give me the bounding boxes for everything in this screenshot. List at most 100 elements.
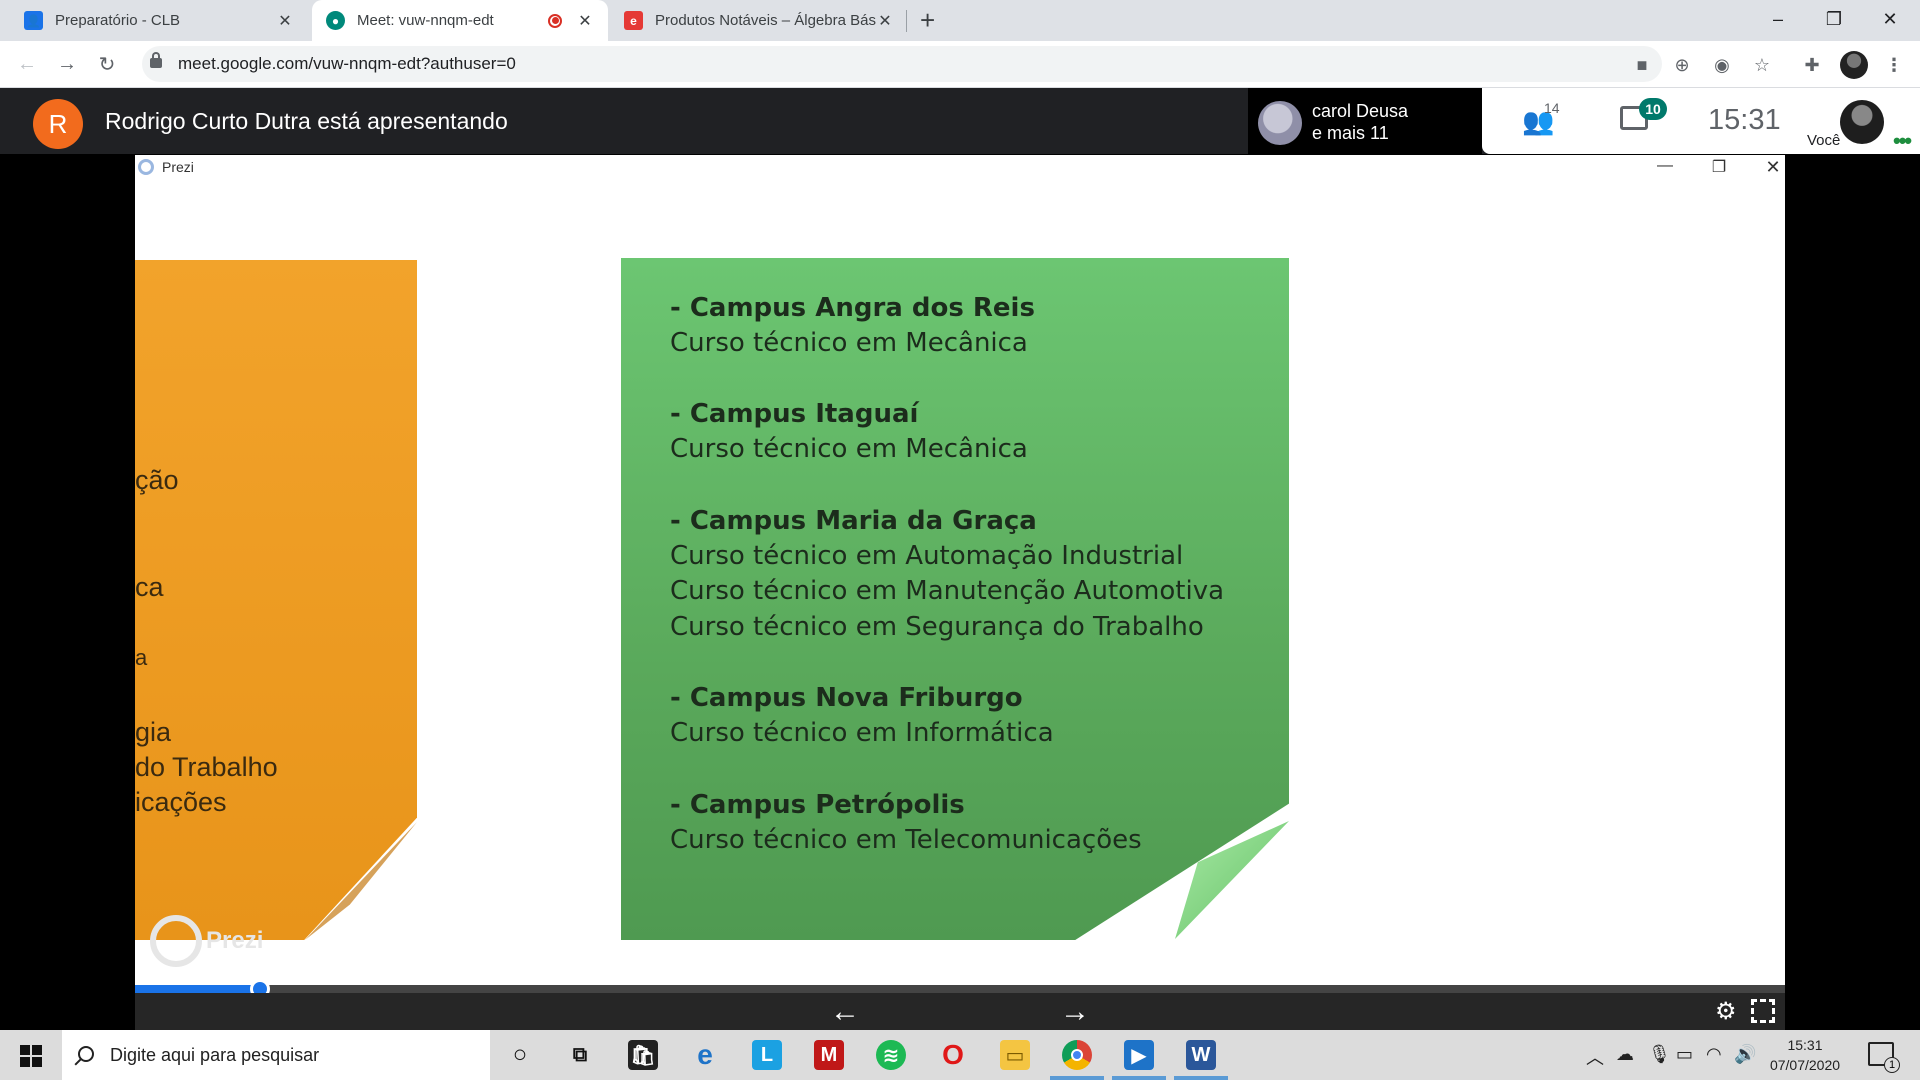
orange-text-line: icações	[135, 787, 227, 817]
extensions-icon[interactable]: ✚	[1800, 53, 1824, 77]
address-bar[interactable]: meet.google.com/vuw-nnqm-edt?authuser=0	[142, 46, 1662, 82]
taskbar-date: 07/07/2020	[1769, 1057, 1841, 1073]
l-app-icon[interactable]: L	[752, 1040, 782, 1070]
campus-course: Curso técnico em Automação Industrial	[670, 541, 1184, 571]
prezi-close-button[interactable]: ✕	[1753, 157, 1785, 178]
chrome-icon[interactable]	[1062, 1040, 1092, 1070]
bookmark-star-icon[interactable]: ☆	[1750, 53, 1774, 77]
menu-icon[interactable]: ⋮	[1882, 53, 1906, 77]
close-tab-icon[interactable]: ✕	[576, 11, 594, 31]
prezi-watermark-icon	[150, 915, 202, 967]
orange-text-line: gia	[135, 717, 172, 747]
campus-course: Curso técnico em Segurança do Trabalho	[670, 612, 1204, 642]
meet-icon: ●	[326, 11, 345, 30]
taskbar-time: 15:31	[1787, 1037, 1823, 1053]
reload-button[interactable]: ↻	[92, 49, 122, 79]
close-window-button[interactable]: ✕	[1862, 0, 1918, 38]
prezi-watermark: Prezi	[150, 915, 263, 967]
prezi-minimize-button[interactable]: —	[1645, 157, 1685, 175]
tab-produtos-notaveis[interactable]: e Produtos Notáveis – Álgebra Básica ✕	[610, 0, 908, 41]
close-tab-icon[interactable]: ✕	[876, 11, 894, 31]
microphone-icon[interactable]: 🎙	[1648, 1044, 1671, 1065]
campus-name: - Campus Angra dos Reis	[670, 293, 1035, 323]
cortana-icon[interactable]: ○	[505, 1040, 535, 1070]
participant-summary: carol Deusa e mais 11	[1312, 100, 1408, 144]
windows-taskbar: Digite aqui para pesquisar ○ ⧉ 🛍 e L M ≋…	[0, 1030, 1920, 1080]
new-tab-button[interactable]: +	[920, 6, 935, 34]
tab-preparatorio[interactable]: 👤 Preparatório - CLB ✕	[10, 0, 308, 41]
media-player-icon[interactable]: ▶	[1124, 1040, 1154, 1070]
profile-avatar[interactable]	[1840, 51, 1868, 79]
zoom-icon[interactable]: ⊕	[1670, 53, 1694, 77]
camera-icon[interactable]: ■	[1630, 53, 1654, 77]
site-icon: e	[624, 11, 643, 30]
presenter-avatar: R	[33, 99, 83, 149]
chat-badge: 10	[1639, 98, 1667, 120]
campus-course: Curso técnico em Mecânica	[670, 328, 1028, 358]
taskbar-clock[interactable]: 15:31 07/07/2020	[1760, 1035, 1850, 1075]
campus-name: - Campus Nova Friburgo	[670, 683, 1023, 713]
windows-start-icon[interactable]	[20, 1045, 42, 1067]
maximize-button[interactable]: ❐	[1806, 0, 1862, 38]
prezi-watermark-text: Prezi	[206, 927, 264, 954]
campus-course: Curso técnico em Telecomunicações	[670, 825, 1142, 855]
fullscreen-icon[interactable]	[1751, 999, 1775, 1023]
you-avatar[interactable]	[1840, 100, 1884, 144]
tab-title: Preparatório - CLB	[55, 12, 181, 29]
mcafee-icon[interactable]: M	[814, 1040, 844, 1070]
orange-text-line: do Trabalho	[135, 752, 278, 782]
spotify-icon[interactable]: ≋	[876, 1040, 906, 1070]
taskbar-search-box[interactable]: Digite aqui para pesquisar	[62, 1030, 490, 1080]
shared-screen: Prezi — ❐ ✕ ção ca a gia do Trabalho ica…	[135, 155, 1785, 1030]
campus-name: - Campus Maria da Graça	[670, 506, 1037, 536]
presenter-status: Rodrigo Curto Dutra está apresentando	[105, 108, 508, 134]
tab-meet[interactable]: ● Meet: vuw-nnqm-edt ✕	[312, 0, 608, 41]
meeting-clock: 15:31	[1708, 104, 1781, 136]
campus-name: - Campus Itaguaí	[670, 399, 919, 429]
chrome-active-indicator	[1050, 1076, 1104, 1080]
tab-title: Meet: vuw-nnqm-edt	[357, 12, 494, 29]
meet-top-bar: R Rodrigo Curto Dutra está apresentando …	[0, 88, 1920, 154]
close-tab-icon[interactable]: ✕	[276, 11, 294, 31]
contacts-icon: 👤	[24, 11, 43, 30]
onedrive-icon[interactable]: ☁	[1616, 1044, 1634, 1065]
participant-name: carol Deusa	[1312, 101, 1409, 121]
file-explorer-icon[interactable]: ▭	[1000, 1040, 1030, 1070]
participants-preview[interactable]: carol Deusa e mais 11	[1248, 88, 1482, 154]
store-icon[interactable]: 🛍	[628, 1040, 658, 1070]
previous-slide-button[interactable]: ←	[830, 993, 860, 1030]
campus-name: - Campus Petrópolis	[670, 790, 965, 820]
recording-icon	[548, 13, 562, 28]
browser-toolbar: ← → ↻ meet.google.com/vuw-nnqm-edt?authu…	[0, 41, 1920, 88]
lock-icon[interactable]	[150, 52, 162, 68]
show-hidden-icons[interactable]: ︿	[1586, 1044, 1604, 1070]
back-button[interactable]: ←	[12, 49, 42, 79]
prezi-controls-bar: ← → ⚙	[135, 993, 1785, 1030]
battery-icon[interactable]: ▭	[1676, 1044, 1693, 1065]
more-options-icon[interactable]: •••	[1893, 128, 1912, 154]
meet-controls: 👥 14 10 15:31 Você •••	[1482, 88, 1920, 154]
word-icon[interactable]: W	[1186, 1040, 1216, 1070]
presentation-progress[interactable]	[135, 979, 1785, 999]
volume-icon[interactable]: 🔊	[1734, 1044, 1756, 1065]
progress-fill	[135, 985, 261, 993]
campus-course: Curso técnico em Mecânica	[670, 434, 1028, 464]
participant-avatar	[1258, 101, 1302, 145]
prezi-title-text: Prezi	[162, 159, 194, 175]
edge-icon[interactable]: e	[690, 1039, 720, 1070]
participant-more: e mais 11	[1312, 123, 1389, 143]
opera-icon[interactable]: O	[938, 1039, 968, 1070]
tab-title: Produtos Notáveis – Álgebra Básica	[655, 12, 876, 29]
forward-button[interactable]: →	[52, 49, 82, 79]
minimize-button[interactable]: –	[1750, 0, 1806, 38]
next-slide-button[interactable]: →	[1060, 993, 1090, 1030]
task-view-icon[interactable]: ⧉	[565, 1040, 595, 1070]
settings-gear-icon[interactable]: ⚙	[1715, 997, 1737, 1026]
campus-course: Curso técnico em Manutenção Automotiva	[670, 576, 1225, 606]
prezi-window-title: Prezi	[138, 159, 194, 175]
orange-note-card	[135, 260, 417, 940]
media-active-indicator	[1112, 1076, 1166, 1080]
prezi-restore-button[interactable]: ❐	[1699, 157, 1739, 177]
tracking-blocked-icon[interactable]: ◉	[1710, 53, 1734, 77]
wifi-icon[interactable]: ◠	[1706, 1044, 1722, 1065]
